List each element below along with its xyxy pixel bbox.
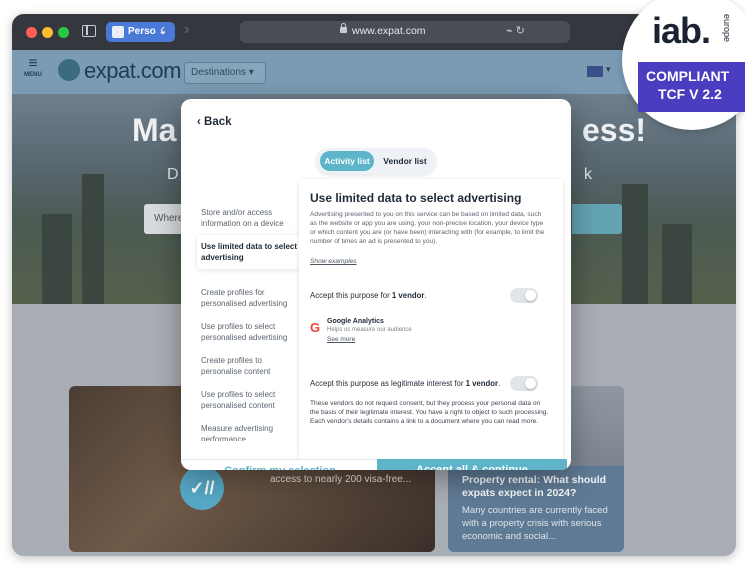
- scroll-fade: [299, 445, 563, 459]
- iab-band: COMPLIANT TCF V 2.2: [638, 62, 745, 112]
- hero-title-right: ess!: [582, 112, 647, 148]
- sidebar-toggle-icon[interactable]: [82, 25, 96, 37]
- purpose-detail-panel: Use limited data to select advertising A…: [299, 179, 563, 459]
- globe-icon: [58, 59, 80, 81]
- purpose-description: Advertising presented to you on this ser…: [310, 211, 545, 245]
- iab-compliance-badge: iab. europe COMPLIANT TCF V 2.2: [622, 0, 745, 130]
- vendor-description: Helps us measure our audience: [327, 327, 412, 333]
- purpose-item[interactable]: Use profiles to select personalised cont…: [201, 389, 297, 411]
- skyline-building: [82, 174, 104, 304]
- accept-purpose-suffix: .: [424, 291, 427, 300]
- url-text: www.expat.com: [352, 25, 426, 37]
- tab-activity-list[interactable]: Activity list: [320, 151, 374, 171]
- minimize-window-button[interactable]: [42, 27, 53, 38]
- purpose-item[interactable]: Measure advertising performance: [201, 423, 297, 441]
- accept-vendor-count: 1 vendor: [391, 291, 425, 300]
- legit-interest-explanation: These vendors do not request consent, bu…: [310, 400, 549, 425]
- legit-interest-suffix: .: [498, 379, 501, 388]
- purpose-item[interactable]: Store and/or access information on a dev…: [201, 207, 297, 229]
- destinations-dropdown[interactable]: Destinations ▾: [184, 62, 266, 84]
- see-more-link[interactable]: See more: [327, 336, 355, 343]
- chevron-down-icon[interactable]: ▾: [606, 64, 611, 75]
- profile-icon: [112, 26, 124, 38]
- hamburger-icon: ≡: [28, 55, 38, 72]
- menu-label: MENU: [24, 72, 42, 78]
- reload-icon[interactable]: ⌁ ↻: [506, 24, 525, 37]
- featured-article-caption: access to nearly 200 visa-free...: [270, 474, 412, 485]
- close-window-button[interactable]: [26, 27, 37, 38]
- accept-purpose-toggle[interactable]: [510, 288, 538, 303]
- iab-logo: iab.: [652, 10, 711, 51]
- expat-badge-icon: ✓//: [180, 466, 224, 510]
- google-icon: G: [310, 320, 321, 335]
- consent-modal: ‹ Back Activity list Vendor list Store a…: [181, 99, 571, 470]
- article-excerpt: Many countries are currently faced with …: [462, 505, 608, 542]
- purpose-item[interactable]: Use profiles to select personalised adve…: [201, 321, 297, 343]
- accept-all-button[interactable]: Accept all & continue: [377, 459, 567, 470]
- legit-vendor-count: 1 vendor: [465, 379, 499, 388]
- hero-subtitle-right: k: [584, 166, 592, 183]
- show-examples-link[interactable]: Show examples: [310, 258, 357, 265]
- back-arrow-icon[interactable]: ‹: [160, 21, 165, 39]
- skyline-building: [622, 184, 648, 304]
- forward-arrow-icon[interactable]: ›: [184, 21, 189, 39]
- purpose-item-selected[interactable]: Use limited data to select advertising: [197, 235, 307, 269]
- article-title: Property rental: What should expats expe…: [462, 474, 607, 499]
- lock-icon: [340, 23, 347, 33]
- site-logo[interactable]: expat.com: [58, 58, 182, 84]
- uk-flag-icon[interactable]: [587, 66, 603, 77]
- iab-compliant-label: COMPLIANT: [646, 68, 730, 84]
- hero-title-left: Ma: [132, 112, 177, 148]
- hero-search-button[interactable]: [572, 204, 622, 234]
- hero-subtitle-left: D: [167, 166, 179, 183]
- hero-search-placeholder: Where: [154, 213, 184, 224]
- accept-purpose-label: Accept this purpose for: [310, 291, 392, 300]
- profile-label: Perso: [128, 26, 156, 37]
- screenshot-frame: Perso ⌄ ‹ › www.expat.com ⌁ ↻ ≡ MENU exp…: [12, 14, 736, 556]
- address-bar[interactable]: www.expat.com ⌁ ↻: [240, 21, 570, 43]
- iab-tcf-label: TCF V 2.2: [658, 86, 722, 102]
- tab-vendor-list[interactable]: Vendor list: [378, 151, 432, 171]
- legit-interest-label: Accept this purpose as legitimate intere…: [310, 379, 466, 388]
- purpose-item[interactable]: Create profiles for personalised adverti…: [201, 287, 297, 309]
- iab-region: europe: [722, 14, 732, 43]
- purpose-title: Use limited data to select advertising: [310, 191, 522, 205]
- back-button[interactable]: ‹ Back: [197, 116, 232, 128]
- skyline-building: [42, 214, 72, 304]
- skyline-building: [662, 224, 692, 304]
- confirm-selection-button[interactable]: Confirm my selection: [181, 459, 379, 470]
- logo-text: expat.com: [84, 58, 182, 83]
- menu-button[interactable]: ≡ MENU: [20, 55, 46, 79]
- legit-interest-toggle[interactable]: [510, 376, 538, 391]
- maximize-window-button[interactable]: [58, 27, 69, 38]
- modal-footer: Confirm my selection Accept all & contin…: [181, 459, 571, 470]
- vendor-name: Google Analytics: [327, 318, 384, 325]
- purpose-item[interactable]: Create profiles to personalise content: [201, 355, 297, 377]
- list-tabs: Activity list Vendor list: [316, 148, 436, 174]
